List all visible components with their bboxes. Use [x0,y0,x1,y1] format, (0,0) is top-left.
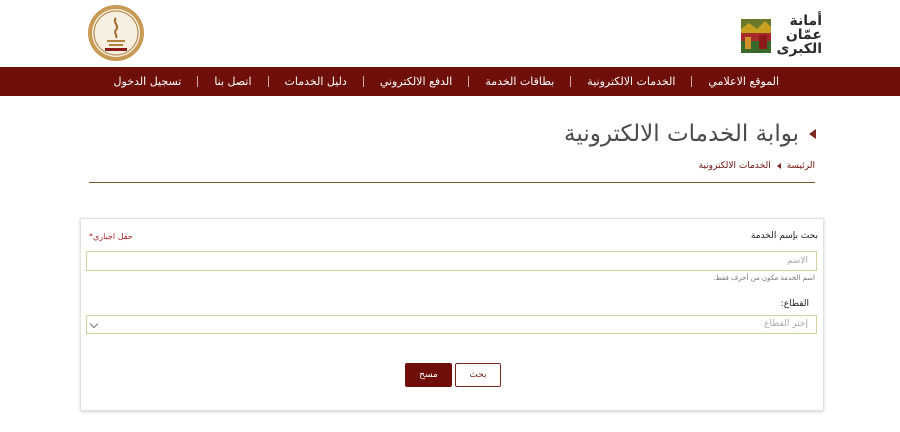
page-title: بوابة الخدمات الالكترونية [564,121,799,147]
logo-line-3: الكبرى [776,41,822,57]
main-navbar: الموقع الاعلامي الخدمات الالكترونية بطاق… [0,67,900,96]
chevron-down-icon [89,319,99,329]
service-name-label: بحث بإسم الخدمة [750,231,818,241]
nav-menu: الموقع الاعلامي الخدمات الالكترونية بطاق… [114,67,779,96]
seal-of-excellence-logo [87,4,145,62]
service-name-placeholder: الاسم [786,256,808,266]
sector-select[interactable]: إختر القطاع [86,315,817,334]
breadcrumb: الرئيسة الخدمات الالكترونية [699,161,815,171]
search-button[interactable]: بحث [455,363,501,387]
nav-divider [691,76,693,87]
gam-logo[interactable]: أمانة عمّان الكبرى [739,10,822,60]
nav-divider [267,76,269,87]
nav-divider [197,76,199,87]
nav-media-site[interactable]: الموقع الاعلامي [708,75,779,88]
breadcrumb-current[interactable]: الخدمات الالكترونية [699,161,771,171]
nav-e-payment[interactable]: الدفع الالكتروني [380,75,452,88]
gam-logo-mark-icon [739,15,773,55]
logo-line-2: عمّان [785,27,822,43]
title-divider [89,182,815,183]
required-field-note: حقل اجباري* [89,232,133,241]
service-name-input[interactable]: الاسم [86,251,817,271]
breadcrumb-home[interactable]: الرئيسة [787,161,815,171]
nav-divider [570,76,572,87]
clear-button[interactable]: مسح [405,363,452,387]
header: أمانة عمّان الكبرى [0,0,900,67]
nav-e-services[interactable]: الخدمات الالكترونية [587,75,675,88]
page-title-row: بوابة الخدمات الالكترونية [564,121,816,147]
sector-label: القطاع: [780,299,809,309]
logo-line-1: أمانة [789,13,822,29]
search-form-card: بحث بإسم الخدمة حقل اجباري* الاسم اسم ال… [80,218,824,411]
nav-service-cards[interactable]: بطاقات الخدمة [485,75,554,88]
gam-logo-text: أمانة عمّان الكبرى [777,14,822,56]
nav-divider [362,76,364,87]
nav-services-guide[interactable]: دليل الخدمات [285,75,347,88]
nav-contact-us[interactable]: اتصل بنا [214,75,251,88]
sector-placeholder: إختر القطاع [764,319,808,329]
service-name-hint: اسم الخدمة مكون من أحرف فقط. [713,274,815,282]
nav-divider [468,76,470,87]
breadcrumb-separator-icon [776,163,781,169]
title-arrow-icon [809,129,816,139]
nav-login[interactable]: تسجيل الدخول [114,75,182,88]
